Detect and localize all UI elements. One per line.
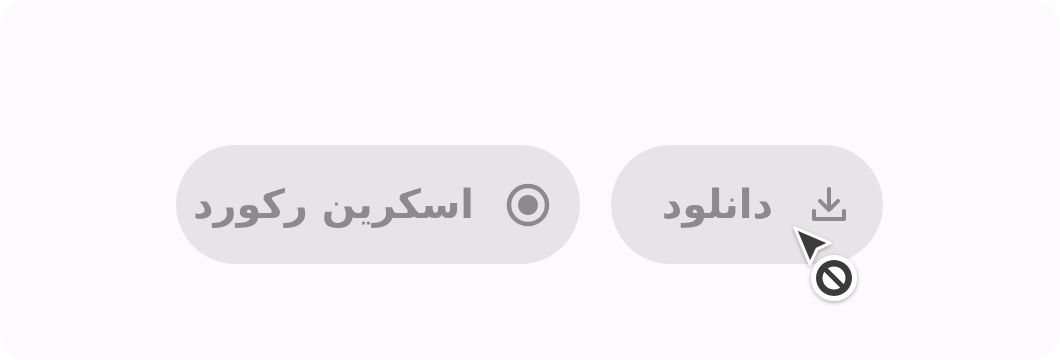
radio-button-checked-icon [504,181,552,229]
app-surface: اسکرین رکورد دانلود [0,0,1060,360]
screen-record-label: اسکرین رکورد [192,181,474,228]
screen-record-button[interactable]: اسکرین رکورد [176,145,580,264]
download-button[interactable]: دانلود [611,145,883,264]
download-icon [809,185,849,225]
download-label: دانلود [661,181,773,228]
